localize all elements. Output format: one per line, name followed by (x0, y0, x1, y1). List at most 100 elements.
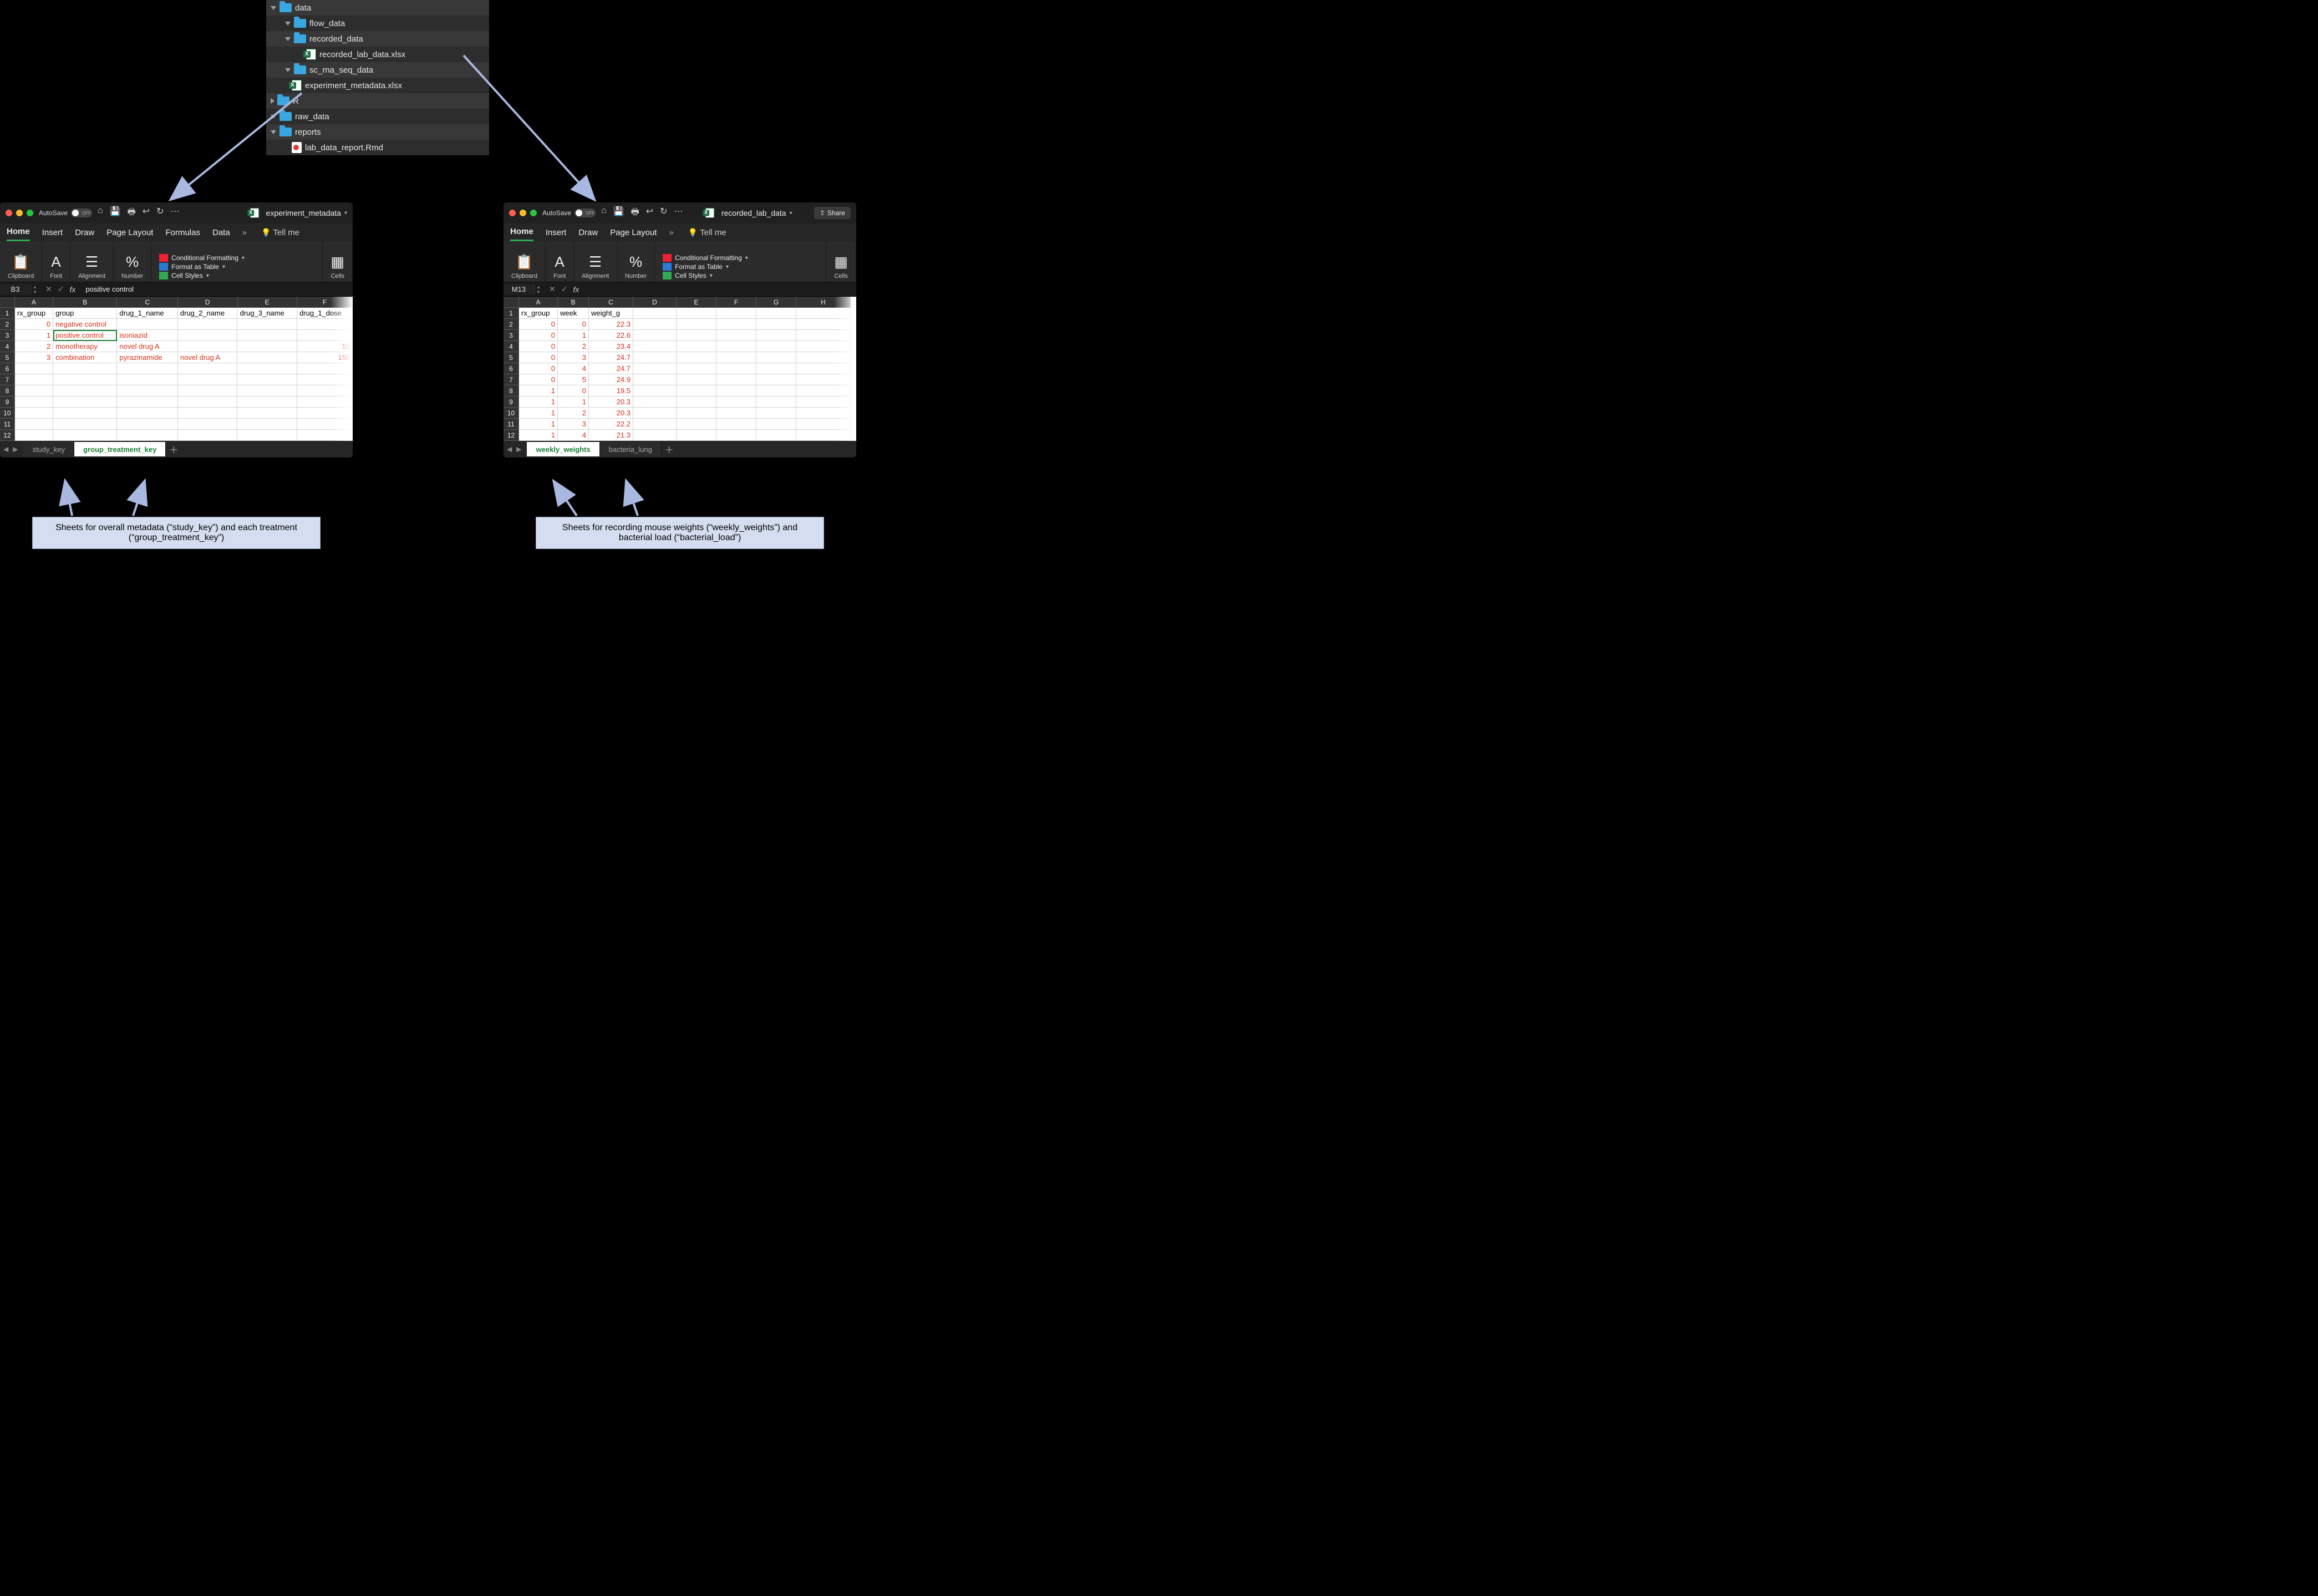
data-cell[interactable]: 24.7 (589, 352, 633, 363)
data-cell[interactable]: 1 (519, 397, 558, 408)
maximize-icon[interactable] (530, 210, 537, 216)
row-header[interactable]: 8 (0, 385, 15, 397)
empty-cell[interactable] (117, 374, 178, 385)
data-cell[interactable] (677, 419, 716, 430)
data-cell[interactable] (716, 341, 756, 352)
row-header[interactable]: 10 (504, 408, 519, 419)
data-cell[interactable] (677, 397, 716, 408)
data-cell[interactable]: 0 (519, 319, 558, 330)
print-icon[interactable]: 🖶 (128, 206, 136, 221)
data-cell[interactable]: 1 (519, 419, 558, 430)
menu-draw[interactable]: Draw (75, 228, 94, 237)
data-cell[interactable] (677, 352, 716, 363)
data-cell[interactable]: 0 (558, 385, 589, 397)
empty-cell[interactable] (15, 408, 53, 419)
data-cell[interactable]: combination (53, 352, 117, 363)
row-header[interactable]: 3 (504, 330, 519, 341)
data-cell[interactable] (716, 374, 756, 385)
fx-icon[interactable]: fx (69, 285, 75, 294)
empty-cell[interactable] (237, 363, 297, 374)
save-icon[interactable]: 💾 (110, 206, 121, 221)
minimize-icon[interactable] (520, 210, 526, 216)
redo-icon[interactable]: ↻ (156, 206, 164, 221)
enter-icon[interactable]: ✓ (561, 284, 568, 294)
empty-cell[interactable] (178, 419, 238, 430)
menu-home[interactable]: Home (510, 223, 533, 241)
tree-row[interactable]: experiment_metadata.xlsx (266, 78, 489, 93)
tell-me-search[interactable]: 💡 Tell me (261, 228, 299, 237)
header-cell[interactable]: rx_group (519, 308, 558, 319)
data-cell[interactable] (677, 430, 716, 441)
empty-cell[interactable] (237, 419, 297, 430)
data-cell[interactable] (716, 319, 756, 330)
menu-home[interactable]: Home (7, 223, 30, 241)
row-header[interactable]: 1 (0, 308, 15, 319)
data-cell[interactable]: 1 (558, 330, 589, 341)
empty-cell[interactable] (178, 385, 238, 397)
header-cell[interactable]: drug_1_name (117, 308, 178, 319)
menu-page layout[interactable]: Page Layout (610, 228, 657, 237)
column-header[interactable]: G (756, 297, 796, 308)
data-cell[interactable] (756, 419, 796, 430)
empty-cell[interactable] (53, 419, 117, 430)
data-cell[interactable] (178, 341, 238, 352)
data-cell[interactable] (237, 341, 297, 352)
data-cell[interactable]: 24.9 (589, 374, 633, 385)
row-header[interactable]: 9 (504, 397, 519, 408)
data-cell[interactable]: 3 (558, 352, 589, 363)
data-cell[interactable]: 22.6 (589, 330, 633, 341)
row-header[interactable]: 11 (0, 419, 15, 430)
formula-input[interactable]: positive control (82, 285, 353, 293)
data-cell[interactable] (756, 385, 796, 397)
empty-cell[interactable] (15, 385, 53, 397)
menu-insert[interactable]: Insert (546, 228, 567, 237)
header-cell[interactable]: group (53, 308, 117, 319)
data-cell[interactable] (633, 352, 677, 363)
tree-row[interactable]: R (266, 93, 489, 109)
column-header[interactable]: B (53, 297, 117, 308)
row-header[interactable]: 9 (0, 397, 15, 408)
more-icon[interactable]: ⋯ (171, 206, 180, 221)
switch-icon[interactable]: OFF (575, 209, 596, 217)
data-cell[interactable] (677, 330, 716, 341)
menu-page layout[interactable]: Page Layout (106, 228, 153, 237)
empty-cell[interactable] (53, 374, 117, 385)
sheet-tab-study_key[interactable]: study_key (23, 442, 74, 456)
column-header[interactable]: D (178, 297, 238, 308)
menu-formulas[interactable]: Formulas (165, 228, 200, 237)
column-header[interactable]: D (633, 297, 677, 308)
data-cell[interactable]: 2 (558, 408, 589, 419)
empty-cell[interactable] (53, 363, 117, 374)
empty-cell[interactable] (237, 397, 297, 408)
data-cell[interactable] (633, 341, 677, 352)
data-cell[interactable]: 0 (519, 374, 558, 385)
empty-cell[interactable] (178, 408, 238, 419)
column-header[interactable]: A (15, 297, 53, 308)
data-cell[interactable] (716, 419, 756, 430)
row-header[interactable]: 8 (504, 385, 519, 397)
empty-cell[interactable] (53, 430, 117, 441)
data-cell[interactable] (716, 430, 756, 441)
ribbon-clipboard[interactable]: 📋 Clipboard (0, 241, 42, 282)
row-header[interactable]: 6 (504, 363, 519, 374)
conditional-formatting-button[interactable]: Conditional Formatting▾ (159, 254, 245, 262)
ribbon-alignment[interactable]: ☰ Alignment (70, 241, 114, 282)
empty-cell[interactable] (15, 397, 53, 408)
data-cell[interactable]: 2 (15, 341, 53, 352)
row-header[interactable]: 1 (504, 308, 519, 319)
enter-icon[interactable]: ✓ (58, 284, 64, 294)
home-icon[interactable]: ⌂ (98, 206, 103, 221)
data-cell[interactable]: positive control (53, 330, 117, 341)
data-cell[interactable] (756, 352, 796, 363)
ribbon-clipboard[interactable]: 📋 Clipboard (504, 241, 546, 282)
header-cell[interactable]: drug_3_name (237, 308, 297, 319)
row-header[interactable]: 7 (504, 374, 519, 385)
empty-cell[interactable] (117, 408, 178, 419)
cell-styles-button[interactable]: Cell Styles▾ (663, 272, 748, 279)
add-sheet-button[interactable]: ＋ (166, 443, 181, 456)
data-cell[interactable] (237, 330, 297, 341)
ribbon-cells[interactable]: ▦ Cells (826, 241, 856, 282)
data-cell[interactable] (716, 352, 756, 363)
data-cell[interactable] (756, 341, 796, 352)
data-cell[interactable]: 3 (558, 419, 589, 430)
